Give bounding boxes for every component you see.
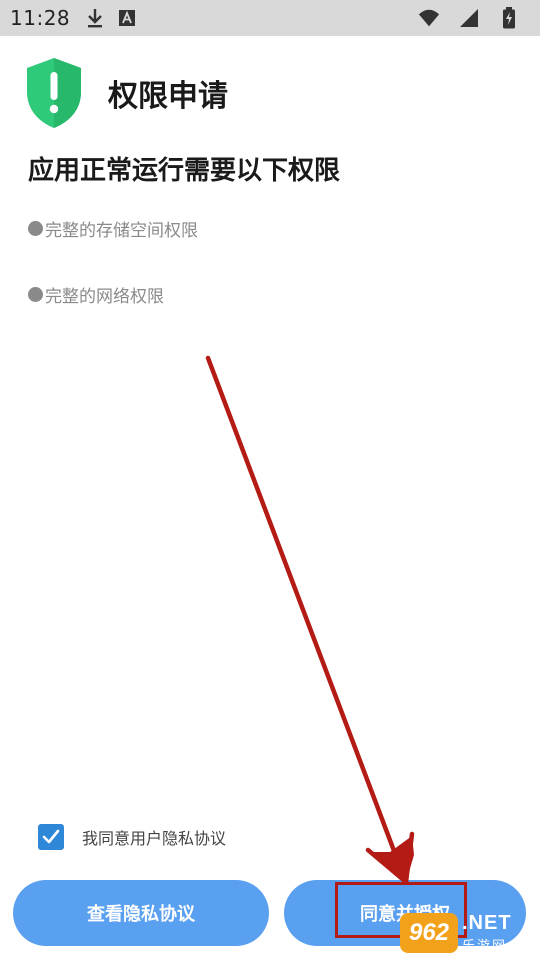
watermark-962: 962	[400, 913, 458, 953]
permission-label: 完整的存储空间权限	[45, 221, 198, 241]
download-icon	[84, 7, 106, 29]
permission-item: 完整的网络权限	[28, 282, 164, 307]
status-bar: 11:28	[0, 0, 540, 36]
battery-charging-icon	[498, 7, 520, 29]
view-privacy-button[interactable]: 查看隐私协议	[13, 880, 269, 946]
page-title: 权限申请	[108, 79, 228, 114]
watermark-net: .NET	[462, 912, 512, 934]
privacy-agreement-row[interactable]: 我同意用户隐私协议	[38, 824, 226, 850]
permission-item: 完整的存储空间权限	[28, 216, 198, 241]
shield-exclamation-icon	[24, 56, 84, 130]
watermark-site-name: 乐游网	[462, 939, 508, 954]
permission-label: 完整的网络权限	[45, 287, 164, 307]
agree-checkbox[interactable]	[38, 824, 64, 850]
wifi-icon	[418, 7, 440, 29]
checkmark-icon	[42, 829, 60, 844]
accessibility-a-icon	[116, 7, 138, 29]
permissions-heading: 应用正常运行需要以下权限	[28, 156, 341, 186]
agree-label[interactable]: 我同意用户隐私协议	[82, 825, 226, 849]
bullet-icon	[28, 221, 43, 236]
annotation-arrow	[205, 355, 415, 885]
bullet-icon	[28, 287, 43, 302]
watermark-logo: 962 .NET 乐游网	[400, 906, 540, 960]
header: 权限申请	[24, 56, 228, 130]
signal-icon	[458, 7, 480, 29]
status-time: 11:28	[10, 6, 71, 30]
